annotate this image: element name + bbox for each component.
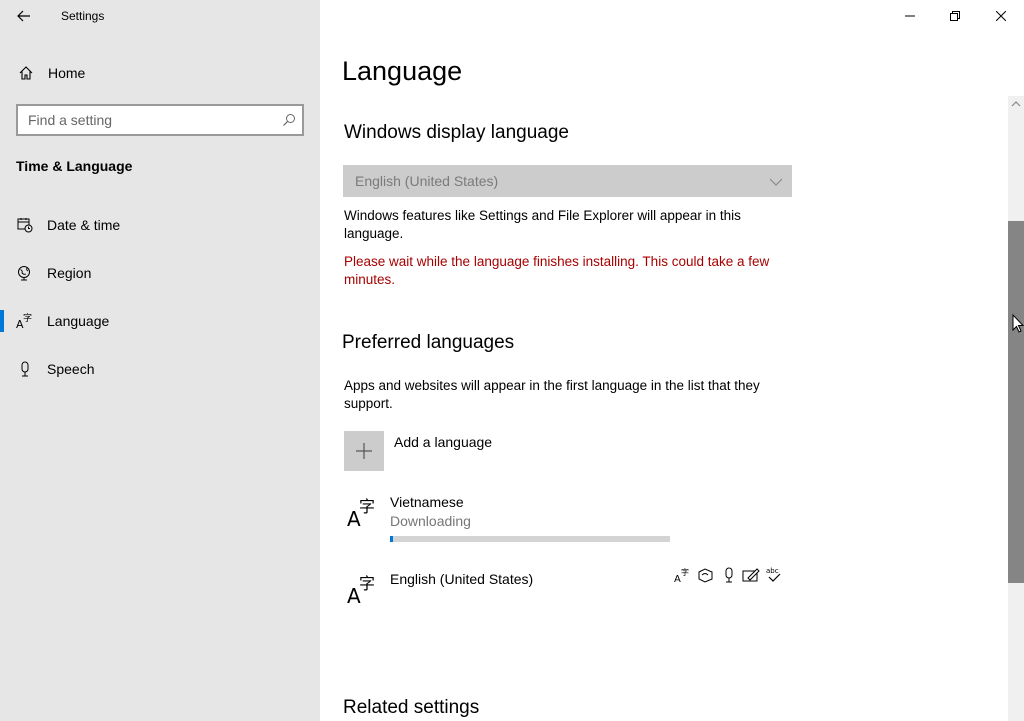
back-arrow-icon xyxy=(17,10,30,22)
svg-text:abc: abc xyxy=(766,567,779,575)
home-icon xyxy=(17,64,35,82)
sidebar-item-label: Date & time xyxy=(47,217,121,233)
svg-text:A: A xyxy=(674,574,681,584)
calendar-clock-icon xyxy=(16,216,34,234)
scrollbar-thumb[interactable] xyxy=(1008,221,1024,583)
svg-text:字: 字 xyxy=(359,574,375,593)
app-title: Settings xyxy=(61,9,105,23)
display-language-description: Windows features like Settings and File … xyxy=(344,208,741,241)
add-language-label[interactable]: Add a language xyxy=(394,434,492,450)
sidebar-item-date-time[interactable]: Date & time xyxy=(0,205,320,245)
preferred-languages-description: Apps and websites will appear in the fir… xyxy=(344,378,760,411)
sidebar-item-language[interactable]: A字 Language xyxy=(0,301,320,341)
language-name: English (United States) xyxy=(390,571,534,587)
svg-text:字: 字 xyxy=(359,497,375,516)
close-button[interactable] xyxy=(978,0,1024,32)
close-icon xyxy=(996,11,1006,21)
restore-icon xyxy=(950,11,960,21)
sidebar-item-label: Region xyxy=(47,265,92,281)
globe-icon xyxy=(16,264,34,282)
minimize-button[interactable] xyxy=(887,0,933,32)
restore-button[interactable] xyxy=(932,0,978,32)
microphone-icon xyxy=(16,360,34,378)
dropdown-value: English (United States) xyxy=(355,173,499,189)
language-icon: A 字 xyxy=(347,497,375,529)
mouse-cursor-icon xyxy=(1012,314,1024,333)
display-language-dropdown[interactable]: English (United States) xyxy=(343,165,792,197)
chevron-down-icon xyxy=(769,175,783,193)
language-icon: A字 xyxy=(16,312,34,330)
handwriting-icon xyxy=(742,568,760,582)
back-button[interactable] xyxy=(8,0,40,32)
add-language-button[interactable] xyxy=(344,431,384,471)
display-language-heading: Windows display language xyxy=(344,122,569,143)
sidebar-item-region[interactable]: Region xyxy=(0,253,320,293)
section-title: Time & Language xyxy=(16,158,133,174)
sidebar-item-label: Speech xyxy=(47,361,95,377)
search-input[interactable] xyxy=(18,106,278,134)
sidebar-item-speech[interactable]: Speech xyxy=(0,349,320,389)
chevron-up-icon xyxy=(1011,101,1021,107)
search-icon[interactable] xyxy=(282,113,296,132)
language-name: Vietnamese xyxy=(390,494,464,510)
search-box xyxy=(16,104,304,136)
text-to-speech-icon xyxy=(698,568,713,583)
language-status: Downloading xyxy=(390,513,471,529)
sidebar: Settings Home Time & Language Date & tim… xyxy=(0,0,320,721)
spell-check-icon: abc xyxy=(766,567,781,582)
install-warning: Please wait while the language finishes … xyxy=(344,254,770,287)
progress-fill xyxy=(390,536,393,542)
svg-text:字: 字 xyxy=(681,567,689,577)
display-language-icon: A 字 xyxy=(674,567,689,584)
plus-icon xyxy=(356,443,372,459)
download-progress-bar xyxy=(390,536,670,542)
sidebar-item-label: Language xyxy=(47,313,110,329)
sidebar-item-label: Home xyxy=(48,65,86,81)
scroll-up-button[interactable] xyxy=(1008,96,1024,112)
minimize-icon xyxy=(905,15,915,17)
related-settings-heading: Related settings xyxy=(343,697,480,718)
sidebar-item-home[interactable]: Home xyxy=(0,53,320,93)
language-icon: A 字 xyxy=(347,574,375,606)
preferred-languages-heading: Preferred languages xyxy=(342,332,515,353)
svg-text:字: 字 xyxy=(23,312,32,324)
speech-recognition-icon xyxy=(725,567,733,583)
page-title: Language xyxy=(342,56,463,86)
